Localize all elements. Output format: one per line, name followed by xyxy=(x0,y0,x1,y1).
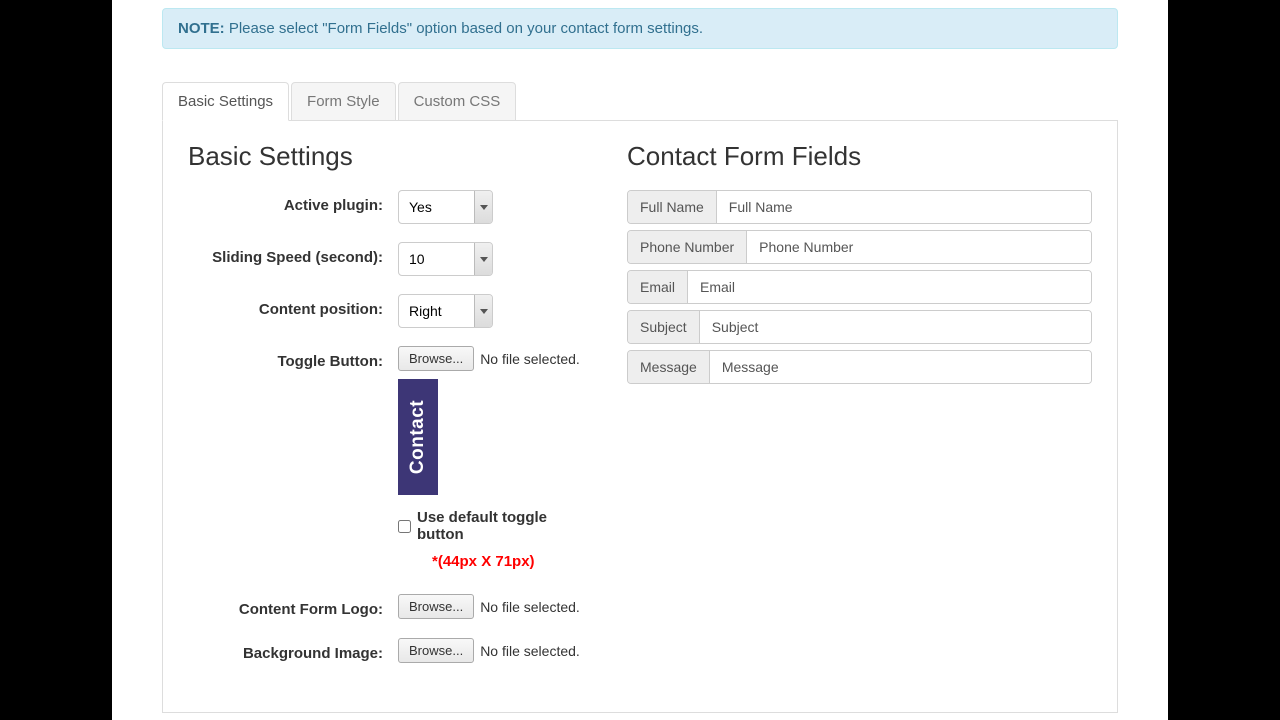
tabs: Basic Settings Form Style Custom CSS xyxy=(162,82,1118,121)
browse-background[interactable]: Browse... xyxy=(398,638,474,663)
col-right: Contact Form Fields Full Name Phone Numb… xyxy=(627,141,1092,682)
label-content-form-logo: Content Form Logo: xyxy=(188,594,398,626)
label-content-position: Content position: xyxy=(188,294,398,326)
browse-content-logo[interactable]: Browse... xyxy=(398,594,474,619)
input-subject[interactable] xyxy=(700,311,1091,343)
note-text: Please select "Form Fields" option based… xyxy=(225,20,703,37)
section-title-fields: Contact Form Fields xyxy=(627,141,1092,172)
field-label-message: Message xyxy=(628,351,710,383)
input-email[interactable] xyxy=(688,271,1091,303)
toggle-preview-text: Contact xyxy=(407,400,429,474)
toggle-button-preview: Contact xyxy=(398,379,438,495)
input-message[interactable] xyxy=(710,351,1091,383)
field-row-fullname: Full Name xyxy=(627,190,1092,224)
file-status-logo: No file selected. xyxy=(480,599,580,615)
field-label-subject: Subject xyxy=(628,311,700,343)
field-label-phone: Phone Number xyxy=(628,231,747,263)
note-banner: NOTE: Please select "Form Fields" option… xyxy=(162,8,1118,49)
field-row-subject: Subject xyxy=(627,310,1092,344)
field-label-email: Email xyxy=(628,271,688,303)
field-row-message: Message xyxy=(627,350,1092,384)
checkbox-default-toggle[interactable] xyxy=(398,520,411,533)
browse-toggle-button[interactable]: Browse... xyxy=(398,346,474,371)
col-left: Basic Settings Active plugin: Sliding Sp… xyxy=(188,141,587,682)
tab-basic-settings[interactable]: Basic Settings xyxy=(162,82,289,121)
label-background-image: Background Image: xyxy=(188,638,398,670)
tab-custom-css[interactable]: Custom CSS xyxy=(398,82,517,121)
select-active-plugin[interactable] xyxy=(398,190,493,224)
select-content-position[interactable] xyxy=(398,294,493,328)
tab-form-style[interactable]: Form Style xyxy=(291,82,396,121)
size-hint: *(44px X 71px) xyxy=(432,553,587,570)
input-phone[interactable] xyxy=(747,231,1091,263)
panel-basic-settings: Basic Settings Active plugin: Sliding Sp… xyxy=(162,121,1118,713)
select-sliding-speed[interactable] xyxy=(398,242,493,276)
label-toggle-button: Toggle Button: xyxy=(188,346,398,378)
file-status-background: No file selected. xyxy=(480,643,580,659)
note-prefix: NOTE: xyxy=(178,20,225,37)
label-active-plugin: Active plugin: xyxy=(188,190,398,222)
field-row-phone: Phone Number xyxy=(627,230,1092,264)
file-status-toggle: No file selected. xyxy=(480,351,580,367)
input-fullname[interactable] xyxy=(717,191,1091,223)
field-row-email: Email xyxy=(627,270,1092,304)
field-label-fullname: Full Name xyxy=(628,191,717,223)
label-default-toggle: Use default toggle button xyxy=(417,509,587,543)
label-sliding-speed: Sliding Speed (second): xyxy=(188,242,398,274)
section-title-basic: Basic Settings xyxy=(188,141,587,172)
